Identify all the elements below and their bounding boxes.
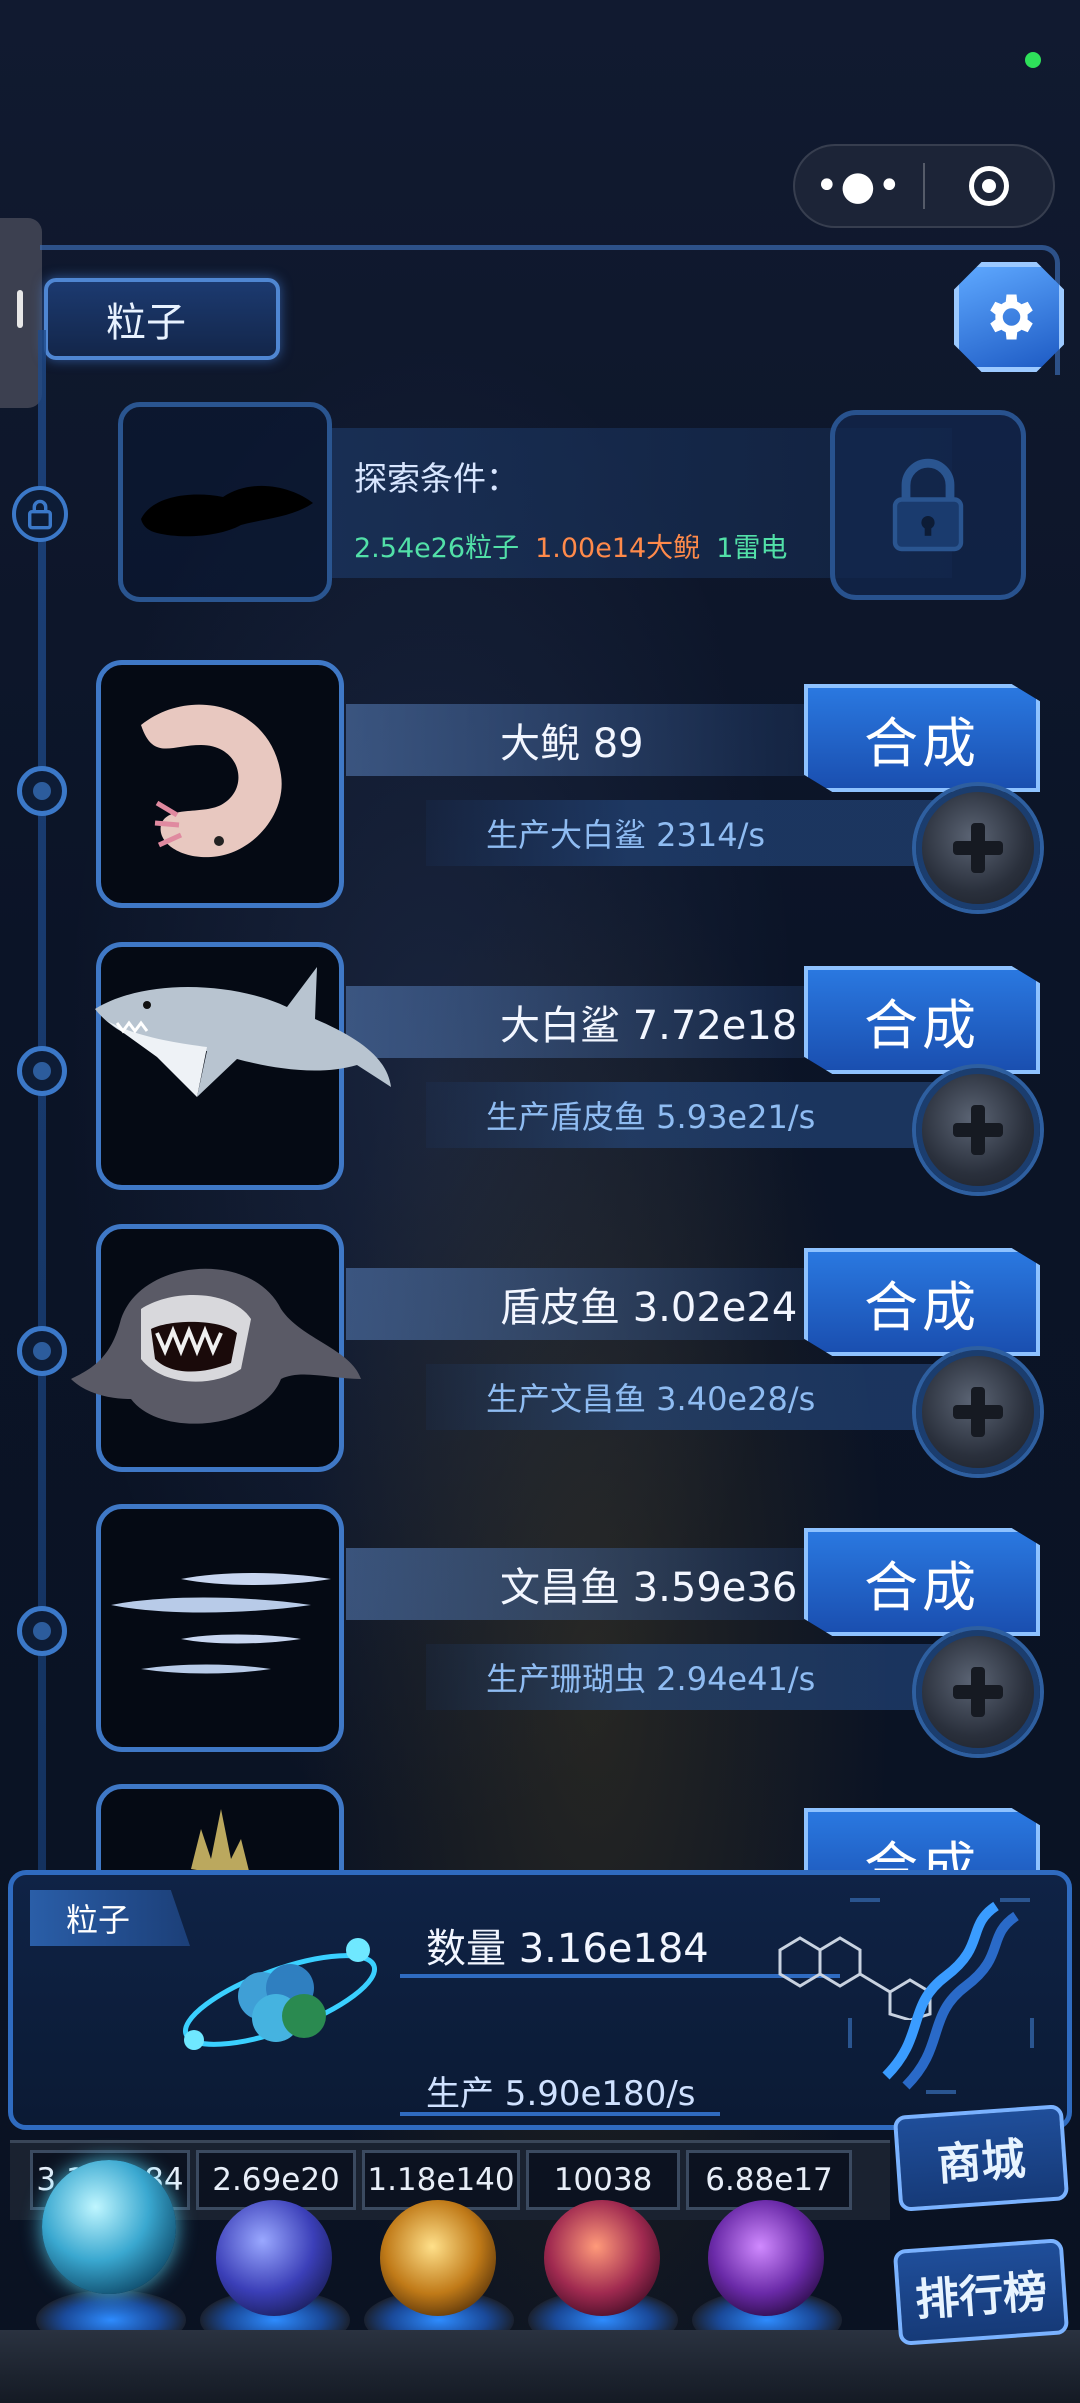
particle-orb-icon[interactable] — [42, 2160, 176, 2294]
mini-program-capsule: •●• — [793, 144, 1055, 228]
synthesize-button[interactable]: 合成 — [804, 1248, 1040, 1356]
particle-production: 生产 5.90e180/s — [426, 2074, 696, 2114]
placoderm-icon — [71, 1268, 361, 1424]
synthesize-button[interactable]: 合成 — [804, 966, 1040, 1074]
page-title: 粒子 — [44, 278, 280, 360]
synthesize-button[interactable]: 合成 — [804, 1808, 1040, 1874]
production-underline — [400, 2112, 720, 2116]
side-drawer-handle[interactable] — [0, 218, 42, 408]
creature-row-salamander: 大鲵 89 生产大白鲨 2314/s 合成 — [96, 660, 1056, 910]
close-button[interactable] — [925, 146, 1053, 226]
rail-node — [17, 1606, 67, 1656]
dna-icon — [848, 1898, 1034, 2094]
more-dots-icon: •●• — [814, 163, 904, 209]
locked-portrait — [118, 402, 332, 602]
lock-icon — [28, 499, 52, 530]
more-button[interactable]: •●• — [795, 146, 923, 226]
axolotl-icon — [141, 704, 282, 858]
creature-production: 生产珊瑚虫 2.94e41/s — [486, 1660, 816, 1698]
rail-node — [17, 766, 67, 816]
creature-portrait — [96, 1504, 344, 1752]
creature-row-placoderm: 盾皮鱼 3.02e24 生产文昌鱼 3.40e28/s 合成 — [71, 1224, 1056, 1474]
creature-row-coral: 合成 — [96, 1784, 1056, 1874]
creature-portrait — [95, 942, 391, 1190]
unlock-button[interactable] — [830, 410, 1026, 600]
creature-name: 大鲵 89 — [500, 721, 644, 767]
shark-icon — [95, 967, 391, 1097]
creature-row-shark: 大白鲨 7.72e18 生产盾皮鱼 5.93e21/s 合成 — [95, 942, 1056, 1192]
creature-name: 文昌鱼 3.59e36 — [500, 1565, 798, 1611]
add-button[interactable] — [916, 786, 1040, 910]
rail-node — [17, 1046, 67, 1096]
target-icon — [968, 166, 1009, 206]
explore-condition-label: 探索条件： — [354, 459, 519, 498]
condition-particles: 2.54e26粒子 — [354, 533, 520, 564]
explore-conditions: 2.54e26粒子 1.00e14大鲵 1雷电 — [354, 526, 787, 565]
production-bar: 生产文昌鱼 3.40e28/s — [426, 1364, 936, 1430]
creature-portrait — [96, 1784, 344, 1874]
particle-quantity: 数量 3.16e184 — [426, 1926, 709, 1972]
online-indicator — [1025, 52, 1041, 68]
production-bar: 生产盾皮鱼 5.93e21/s — [426, 1082, 936, 1148]
settings-button[interactable] — [954, 262, 1064, 372]
padlock-icon — [892, 458, 964, 552]
particle-panel-tab: 粒子 — [30, 1890, 190, 1946]
creature-production: 生产大白鲨 2314/s — [486, 816, 766, 854]
condition-salamander: 1.00e14大鲵 — [535, 533, 701, 564]
coral-icon — [191, 1809, 250, 1874]
vortex-orb-icon[interactable] — [708, 2200, 824, 2316]
creature-portrait — [71, 1224, 361, 1472]
add-button[interactable] — [916, 1630, 1040, 1754]
fire-orb-icon[interactable] — [380, 2200, 496, 2316]
creature-row-lancelet: 文昌鱼 3.59e36 生产珊瑚虫 2.94e41/s 合成 — [96, 1504, 1056, 1754]
rail-node — [17, 1326, 67, 1376]
leaderboard-button[interactable]: 排行榜 — [892, 2238, 1070, 2346]
atom-icon — [182, 1938, 378, 2050]
creature-production: 生产盾皮鱼 5.93e21/s — [486, 1098, 816, 1136]
rail-lock-node — [12, 486, 68, 542]
shop-button[interactable]: 商城 — [892, 2104, 1070, 2212]
thunder-orb-icon[interactable] — [216, 2200, 332, 2316]
add-button[interactable] — [916, 1068, 1040, 1192]
creature-name: 大白鲨 7.72e18 — [500, 1003, 798, 1049]
gear-icon — [990, 294, 1033, 340]
brain-orb-icon[interactable] — [544, 2200, 660, 2316]
add-button[interactable] — [916, 1350, 1040, 1474]
condition-thunder: 1雷电 — [716, 533, 788, 564]
production-bar: 生产大白鲨 2314/s — [426, 800, 936, 866]
synthesize-button[interactable]: 合成 — [804, 684, 1040, 792]
lancelet-icon — [111, 1573, 331, 1674]
production-bar: 生产珊瑚虫 2.94e41/s — [426, 1644, 936, 1710]
creature-portrait — [96, 660, 344, 908]
creature-production: 生产文昌鱼 3.40e28/s — [486, 1380, 816, 1418]
creature-name: 盾皮鱼 3.02e24 — [500, 1285, 798, 1331]
silhouette-icon — [141, 485, 313, 537]
synthesize-button[interactable]: 合成 — [804, 1528, 1040, 1636]
